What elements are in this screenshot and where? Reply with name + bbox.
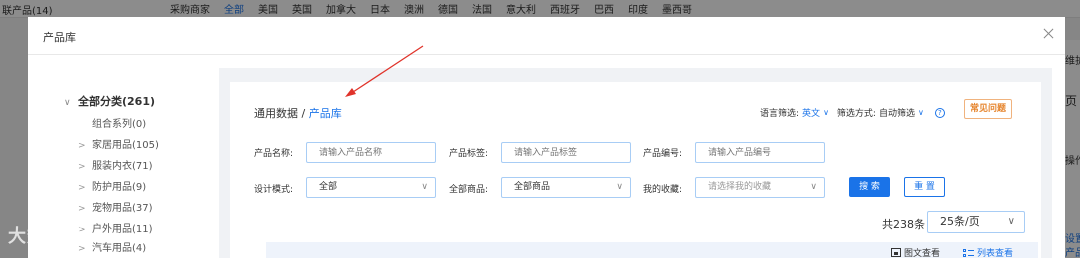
tree-item-label: 服装内衣(71) bbox=[92, 161, 153, 172]
product-tag-input[interactable] bbox=[501, 142, 631, 163]
tree-item-label: 户外用品(11) bbox=[92, 224, 153, 235]
product-name-input[interactable] bbox=[306, 142, 436, 163]
tree-item[interactable]: > 宠物用品(37) bbox=[78, 199, 153, 214]
tree-item[interactable]: > 户外用品(11) bbox=[78, 220, 153, 235]
chevron-down-icon: ∨ bbox=[1007, 216, 1015, 227]
search-button[interactable]: 搜 索 bbox=[849, 177, 890, 197]
product-name-label: 产品名称: bbox=[254, 149, 294, 159]
help-icon[interactable]: ? bbox=[934, 107, 945, 118]
product-library-modal: 产品库 ∨ 全部分类(261) 组合系列(0) > 家居用品(105) > 服装内衣(… bbox=[28, 17, 1065, 258]
favorites-placeholder: 请选择我的收藏 bbox=[708, 182, 772, 192]
image-icon bbox=[891, 248, 901, 257]
modal-title: 产品库 bbox=[43, 31, 76, 44]
grid-view-button[interactable]: 图文查看 bbox=[891, 246, 940, 258]
list-icon bbox=[963, 248, 974, 258]
list-view-button[interactable]: 列表查看 bbox=[963, 246, 1013, 258]
product-code-label: 产品编号: bbox=[643, 149, 683, 159]
language-filter-label: 语言筛选: bbox=[760, 109, 800, 119]
chevron-down-icon[interactable]: ∨ bbox=[64, 98, 78, 108]
chevron-down-icon: ∨ bbox=[810, 182, 817, 192]
close-icon[interactable] bbox=[1042, 27, 1056, 41]
breadcrumb: 通用数据 / 产品库 bbox=[254, 105, 342, 121]
filter-mode-label: 筛选方式: bbox=[836, 109, 876, 119]
grid-view-label: 图文查看 bbox=[904, 249, 941, 258]
tree-root[interactable]: ∨ 全部分类(261) bbox=[64, 93, 155, 109]
chevron-right-icon[interactable]: > bbox=[78, 162, 92, 172]
favorites-select[interactable]: 请选择我的收藏 ∨ bbox=[695, 177, 825, 198]
page-size-select[interactable]: 25条/页 ∨ bbox=[927, 211, 1025, 233]
tree-item-label: 家居用品(105) bbox=[92, 140, 159, 151]
tree-item-label: 防护用品(9) bbox=[92, 182, 147, 193]
breadcrumb-current[interactable]: 产品库 bbox=[309, 107, 342, 120]
filter-mode-value[interactable]: 自动筛选 bbox=[879, 106, 915, 119]
content-panel: 通用数据 / 产品库 语言筛选: 英文 ∨ 筛选方式: 自动筛选 ∨ ? 常见问… bbox=[219, 68, 1052, 258]
all-products-select[interactable]: 全部商品 ∨ bbox=[501, 177, 631, 198]
tree-item[interactable]: > 服装内衣(71) bbox=[78, 157, 153, 172]
reset-button[interactable]: 重 置 bbox=[904, 177, 945, 197]
tree-item-label: 组合系列(0) bbox=[92, 119, 147, 130]
list-view-label: 列表查看 bbox=[977, 249, 1014, 258]
breadcrumb-separator: / bbox=[298, 107, 309, 120]
all-products-value: 全部商品 bbox=[514, 182, 551, 192]
faq-button[interactable]: 常见问题 bbox=[964, 99, 1012, 119]
language-filter-value[interactable]: 英文 bbox=[802, 106, 820, 119]
design-mode-value: 全部 bbox=[319, 182, 338, 192]
product-code-input[interactable] bbox=[695, 142, 825, 163]
total-count: 共238条 bbox=[882, 218, 925, 231]
tree-item[interactable]: 组合系列(0) bbox=[78, 115, 146, 130]
favorites-label: 我的收藏: bbox=[643, 185, 683, 195]
chevron-down-icon: ∨ bbox=[421, 182, 428, 192]
filter-settings: 语言筛选: 英文 ∨ 筛选方式: 自动筛选 ∨ ? bbox=[760, 106, 945, 119]
tree-item[interactable]: > 防护用品(9) bbox=[78, 178, 146, 193]
modal-header: 产品库 bbox=[28, 17, 1065, 55]
content-card: 通用数据 / 产品库 语言筛选: 英文 ∨ 筛选方式: 自动筛选 ∨ ? 常见问… bbox=[230, 82, 1041, 258]
chevron-down-icon[interactable]: ∨ bbox=[918, 108, 924, 117]
tree-item-label: 宠物用品(37) bbox=[92, 203, 153, 214]
watermark: 大数跨境 bbox=[8, 226, 84, 247]
page-size-value: 25条/页 bbox=[940, 215, 980, 228]
design-mode-select[interactable]: 全部 ∨ bbox=[306, 177, 436, 198]
tree-item[interactable]: > 家居用品(105) bbox=[78, 136, 159, 151]
chevron-right-icon[interactable]: > bbox=[78, 204, 92, 214]
view-toolbar: 图文查看 列表查看 bbox=[266, 242, 1038, 258]
tree-root-label: 全部分类(261) bbox=[78, 95, 156, 108]
breadcrumb-parent[interactable]: 通用数据 bbox=[254, 107, 298, 120]
product-tag-label: 产品标签: bbox=[449, 149, 489, 159]
chevron-down-icon[interactable]: ∨ bbox=[823, 108, 829, 117]
design-mode-label: 设计模式: bbox=[254, 185, 294, 195]
chevron-right-icon[interactable]: > bbox=[78, 141, 92, 151]
tree-item[interactable]: > 汽车用品(4) bbox=[78, 239, 146, 254]
chevron-down-icon: ∨ bbox=[616, 182, 623, 192]
tree-item-label: 汽车用品(4) bbox=[92, 243, 147, 254]
all-products-label: 全部商品: bbox=[449, 185, 489, 195]
chevron-right-icon[interactable]: > bbox=[78, 183, 92, 193]
